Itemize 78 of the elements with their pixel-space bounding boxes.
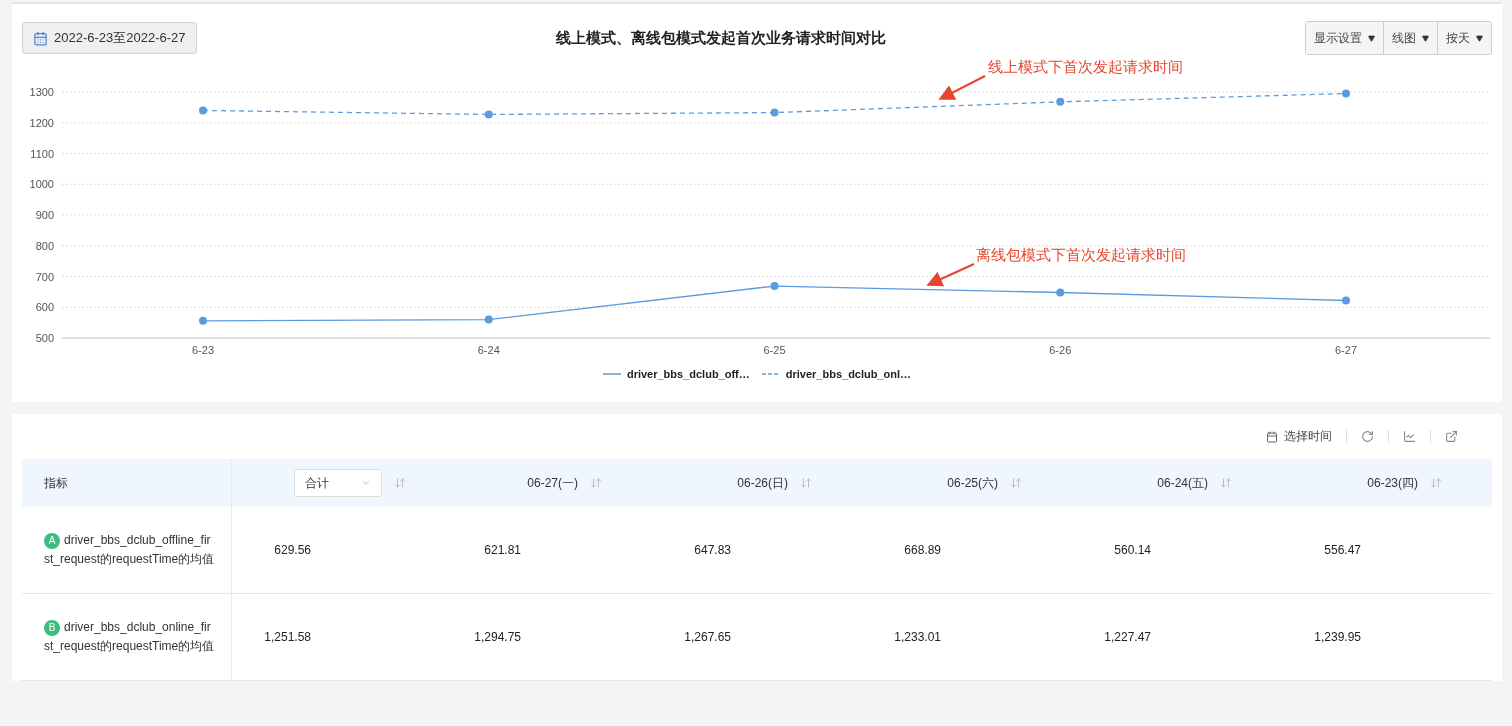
sort-icon xyxy=(800,477,812,489)
total-select[interactable]: 合计 xyxy=(294,469,382,497)
external-link-icon xyxy=(1445,430,1458,443)
x-tick-label: 6-27 xyxy=(1335,344,1357,356)
calendar-icon xyxy=(33,30,48,46)
y-tick-label: 1100 xyxy=(30,147,54,160)
caret-icon xyxy=(1368,34,1375,42)
chart-title: 线上模式、离线包模式发起首次业务请求时间对比 xyxy=(555,28,886,48)
sort-icon xyxy=(1430,477,1442,489)
legend-item[interactable]: driver_bbs_dclub_off… xyxy=(602,368,750,380)
annotation-label: 离线包模式下首次发起请求时间 xyxy=(976,246,1186,263)
table-cell: 647.83 xyxy=(652,507,862,594)
table-cell: 621.81 xyxy=(442,507,652,594)
y-tick-label: 800 xyxy=(35,239,54,252)
table-cell: 629.56 xyxy=(232,507,442,594)
data-point xyxy=(770,108,779,117)
data-point xyxy=(1342,89,1350,98)
data-point xyxy=(199,106,207,115)
data-point xyxy=(770,282,779,291)
x-tick-label: 6-24 xyxy=(477,344,500,356)
legend-line-icon xyxy=(761,372,780,376)
chevron-down-icon xyxy=(361,478,371,488)
calendar-icon xyxy=(1266,430,1278,443)
data-point xyxy=(1342,296,1350,305)
y-tick-label: 900 xyxy=(35,209,54,221)
data-point xyxy=(484,110,493,119)
x-tick-label: 6-23 xyxy=(192,344,214,356)
sort-icon xyxy=(1220,477,1232,489)
column-label: 06-26(日) xyxy=(737,474,788,492)
x-tick-label: 6-26 xyxy=(1049,344,1072,356)
annotation-arrow xyxy=(926,263,975,287)
y-tick-label: 1000 xyxy=(29,178,54,191)
y-tick-label: 1200 xyxy=(29,116,54,129)
annotation-arrow xyxy=(938,75,986,100)
y-tick-label: 500 xyxy=(35,332,54,344)
select-time-button[interactable]: 选择时间 xyxy=(1252,428,1346,445)
date-range-button[interactable]: 2022-6-23至2022-6-27 xyxy=(22,22,197,54)
rotate-icon xyxy=(1361,430,1374,443)
chart-icon xyxy=(1403,430,1416,443)
table-cell: 1,233.01 xyxy=(862,594,1072,681)
table-cell: 1,239.95 xyxy=(1282,594,1492,681)
dropdown-button[interactable]: 按天 xyxy=(1437,22,1491,54)
table-cell: 1,251.58 xyxy=(232,594,442,681)
annotation-label: 线上模式下首次发起请求时间 xyxy=(988,58,1183,75)
metric-badge: B xyxy=(44,619,60,636)
data-point xyxy=(1056,288,1065,297)
legend-item[interactable]: driver_bbs_dclub_onl… xyxy=(761,368,912,380)
metric-name: A driver_bbs_dclub_offline_first_request的requestTime的均值 xyxy=(44,531,215,568)
column-label: 06-25(六) xyxy=(947,474,998,492)
y-tick-label: 1300 xyxy=(29,86,54,98)
column-label: 06-27(一) xyxy=(527,474,578,492)
sort-icon xyxy=(590,477,602,489)
sort-icon xyxy=(394,477,406,489)
metric-badge: A xyxy=(44,532,60,549)
table-cell: 1,267.65 xyxy=(652,594,862,681)
caret-icon xyxy=(1422,34,1429,42)
data-point xyxy=(199,316,207,325)
data-point xyxy=(484,315,493,324)
metric-name: B driver_bbs_dclub_online_first_request的requestTime的均值 xyxy=(44,618,215,655)
legend-label: driver_bbs_dclub_off… xyxy=(626,368,750,380)
caret-icon xyxy=(1476,34,1483,42)
table-cell: 1,227.47 xyxy=(1072,594,1282,681)
dropdown-button[interactable]: 显示设置 xyxy=(1306,22,1383,54)
legend-line-icon xyxy=(602,372,621,376)
y-tick-label: 700 xyxy=(35,270,54,283)
table-cell: 1,294.75 xyxy=(442,594,652,681)
column-label: 06-23(四) xyxy=(1367,474,1418,492)
table-cell: 556.47 xyxy=(1282,507,1492,594)
y-tick-label: 600 xyxy=(35,301,54,314)
table-cell: 668.89 xyxy=(862,507,1072,594)
data-point xyxy=(1056,97,1065,106)
x-tick-label: 6-25 xyxy=(763,344,786,356)
dropdown-button[interactable]: 线图 xyxy=(1383,22,1437,54)
column-label: 指标 xyxy=(44,474,68,492)
column-label: 06-24(五) xyxy=(1157,474,1208,492)
sort-icon xyxy=(1010,477,1022,489)
table-cell: 560.14 xyxy=(1072,507,1282,594)
legend-label: driver_bbs_dclub_onl… xyxy=(785,368,912,380)
